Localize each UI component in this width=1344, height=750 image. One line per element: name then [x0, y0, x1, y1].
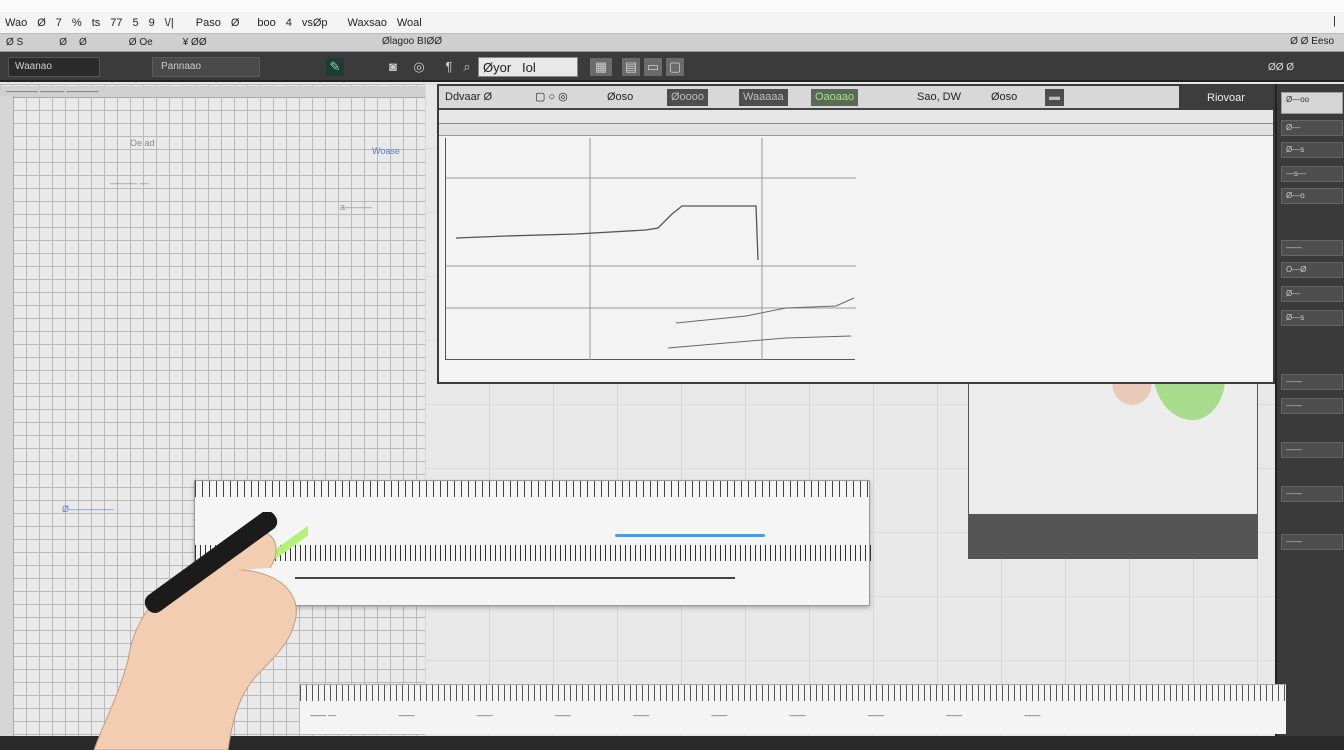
grid-icon[interactable]: ▦ [590, 58, 612, 76]
menu-item[interactable]: Woal [392, 17, 427, 29]
menu-item[interactable]: ts [87, 17, 106, 29]
ghost-label: a——— [340, 202, 373, 212]
plot-line [455, 205, 759, 261]
plot-area[interactable] [445, 138, 856, 360]
menu-item[interactable]: 77 [105, 17, 127, 29]
menu-item[interactable]: vsØp [297, 17, 333, 29]
menu-item[interactable]: Wao [0, 17, 32, 29]
properties-item[interactable]: —— [1281, 442, 1343, 458]
properties-item[interactable]: Ø—oo [1281, 92, 1343, 114]
properties-item[interactable]: —s— [1281, 166, 1343, 182]
properties-panel: Ø—oo Ø— Ø—s —s— Ø—o —— O—Ø Ø— Ø—s —— —— … [1275, 84, 1344, 750]
search-input[interactable]: Øyor Iol [478, 57, 578, 77]
properties-item[interactable]: Ø—o [1281, 188, 1343, 204]
menu-item[interactable]: Paso [191, 17, 226, 29]
properties-item[interactable]: —— [1281, 240, 1343, 256]
toolbar-right-label[interactable]: Ø Ø Eeso [1290, 36, 1334, 47]
ghost-label: Woase [372, 146, 400, 156]
menu-item[interactable]: 9 [144, 17, 160, 29]
properties-item[interactable]: O—Ø [1281, 262, 1343, 278]
text-icon[interactable]: ¶ [440, 58, 458, 76]
menu-item[interactable]: 5 [128, 17, 144, 29]
preview-panel-footer [968, 515, 1258, 559]
editor-title[interactable]: Ddvaar Ø [445, 89, 492, 106]
menu-item[interactable]: boo [252, 17, 280, 29]
properties-item[interactable]: —— [1281, 486, 1343, 502]
bottom-scale-ruler[interactable]: —— — —— —— —— —— —— —— —— —— —— [300, 684, 1286, 734]
frame-icon[interactable]: ▭ [644, 58, 662, 76]
panel-selector[interactable]: Pannaao [152, 57, 260, 77]
menu-item[interactable]: 7 [51, 17, 67, 29]
plot-line [667, 335, 852, 349]
search-icon[interactable]: ⌕ [458, 58, 476, 76]
editor-btn-active[interactable]: Oaoaao [811, 89, 859, 106]
properties-item[interactable]: Ø— [1281, 286, 1343, 302]
properties-item[interactable]: —— [1281, 534, 1343, 550]
collapse-icon[interactable]: ▬ [1045, 89, 1064, 106]
menu-item[interactable]: 4 [281, 17, 297, 29]
properties-item[interactable]: Ø—s [1281, 310, 1343, 326]
secondary-toolbar: Ø S Ø Ø Ø Oe ¥ ØØ Ølagoo BIØØ Ø Ø Eeso [0, 34, 1344, 52]
properties-item[interactable]: Ø—s [1281, 142, 1343, 158]
editor-subbar [439, 110, 1273, 124]
ghost-label: Oe ad [130, 138, 155, 148]
properties-item[interactable]: —— [1281, 398, 1343, 414]
highlight-line [615, 534, 765, 537]
layers-icon[interactable]: ▤ [622, 58, 640, 76]
editor-btn[interactable]: Øoso [991, 89, 1017, 106]
editor-btn[interactable]: Waaaaa [739, 89, 788, 106]
bottom-scale-labels: —— — —— —— —— —— —— —— —— —— —— [310, 711, 1041, 720]
toolbar-item[interactable]: Ø [73, 37, 93, 48]
left-panel-tabs[interactable]: ———— ——— ———— [0, 86, 425, 98]
plot-line [675, 297, 855, 324]
target-icon[interactable]: ◎ [410, 58, 428, 76]
menu-right: | [1333, 15, 1336, 27]
menu-bar: Wao Ø 7 % ts 77 5 9 \/| Paso Ø boo 4 vsØ… [0, 12, 1344, 34]
editor-right-header[interactable]: Riovoar [1179, 86, 1273, 110]
left-sidebar [0, 96, 14, 736]
properties-item[interactable]: —— [1281, 374, 1343, 390]
toolbar-item[interactable]: Ø [53, 37, 73, 48]
editor-window[interactable]: Ddvaar Ø ▢ ○ ◎ Øoso Øoooo Waaaaa Oaoaao … [437, 84, 1275, 384]
editor-btn[interactable]: Øoso [607, 89, 633, 106]
properties-item[interactable]: Ø— [1281, 120, 1343, 136]
main-toolbar: Waanao Pannaao ✎ ◙ ◎ ¶ ⌕ Øyor Iol ▦ ▤ ▭ … [0, 52, 1344, 82]
toolbar-right-icons[interactable]: ØØ Ø [1226, 57, 1336, 77]
screen: Wao Ø 7 % ts 77 5 9 \/| Paso Ø boo 4 vsØ… [0, 0, 1344, 750]
window-icon[interactable]: ▢ [666, 58, 684, 76]
workspace-dropdown[interactable]: Waanao [8, 57, 100, 77]
toolbar-item[interactable]: Ø Oe [123, 37, 159, 48]
pen-icon[interactable]: ✎ [326, 58, 344, 76]
save-icon[interactable]: ◙ [384, 58, 402, 76]
window-top-strip [0, 0, 1344, 12]
menu-item[interactable]: Ø [226, 17, 245, 29]
ghost-label: ——— — [110, 178, 149, 188]
ruler-ticks [195, 481, 871, 497]
toolbar-item[interactable]: Ø S [0, 37, 29, 48]
editor-btn[interactable]: Øoooo [667, 89, 709, 106]
editor-btn[interactable]: Sao, DW [917, 89, 961, 106]
toolbar-item[interactable]: ¥ ØØ [177, 37, 213, 48]
menu-item[interactable]: \/| [160, 17, 179, 29]
plot-svg [446, 138, 856, 360]
editor-toolbar: Ddvaar Ø ▢ ○ ◎ Øoso Øoooo Waaaaa Oaoaao … [439, 86, 1273, 110]
menu-item[interactable]: Ø [32, 17, 51, 29]
menu-item[interactable]: % [67, 17, 87, 29]
ruler-line [295, 577, 735, 579]
toolbar-center-label[interactable]: Ølagoo BIØØ [382, 36, 442, 47]
editor-ruler [439, 124, 1273, 136]
menu-item[interactable]: Waxsao [343, 17, 392, 29]
hand-icon [94, 512, 308, 750]
editor-icon-a[interactable]: ▢ ○ ◎ [535, 89, 568, 106]
